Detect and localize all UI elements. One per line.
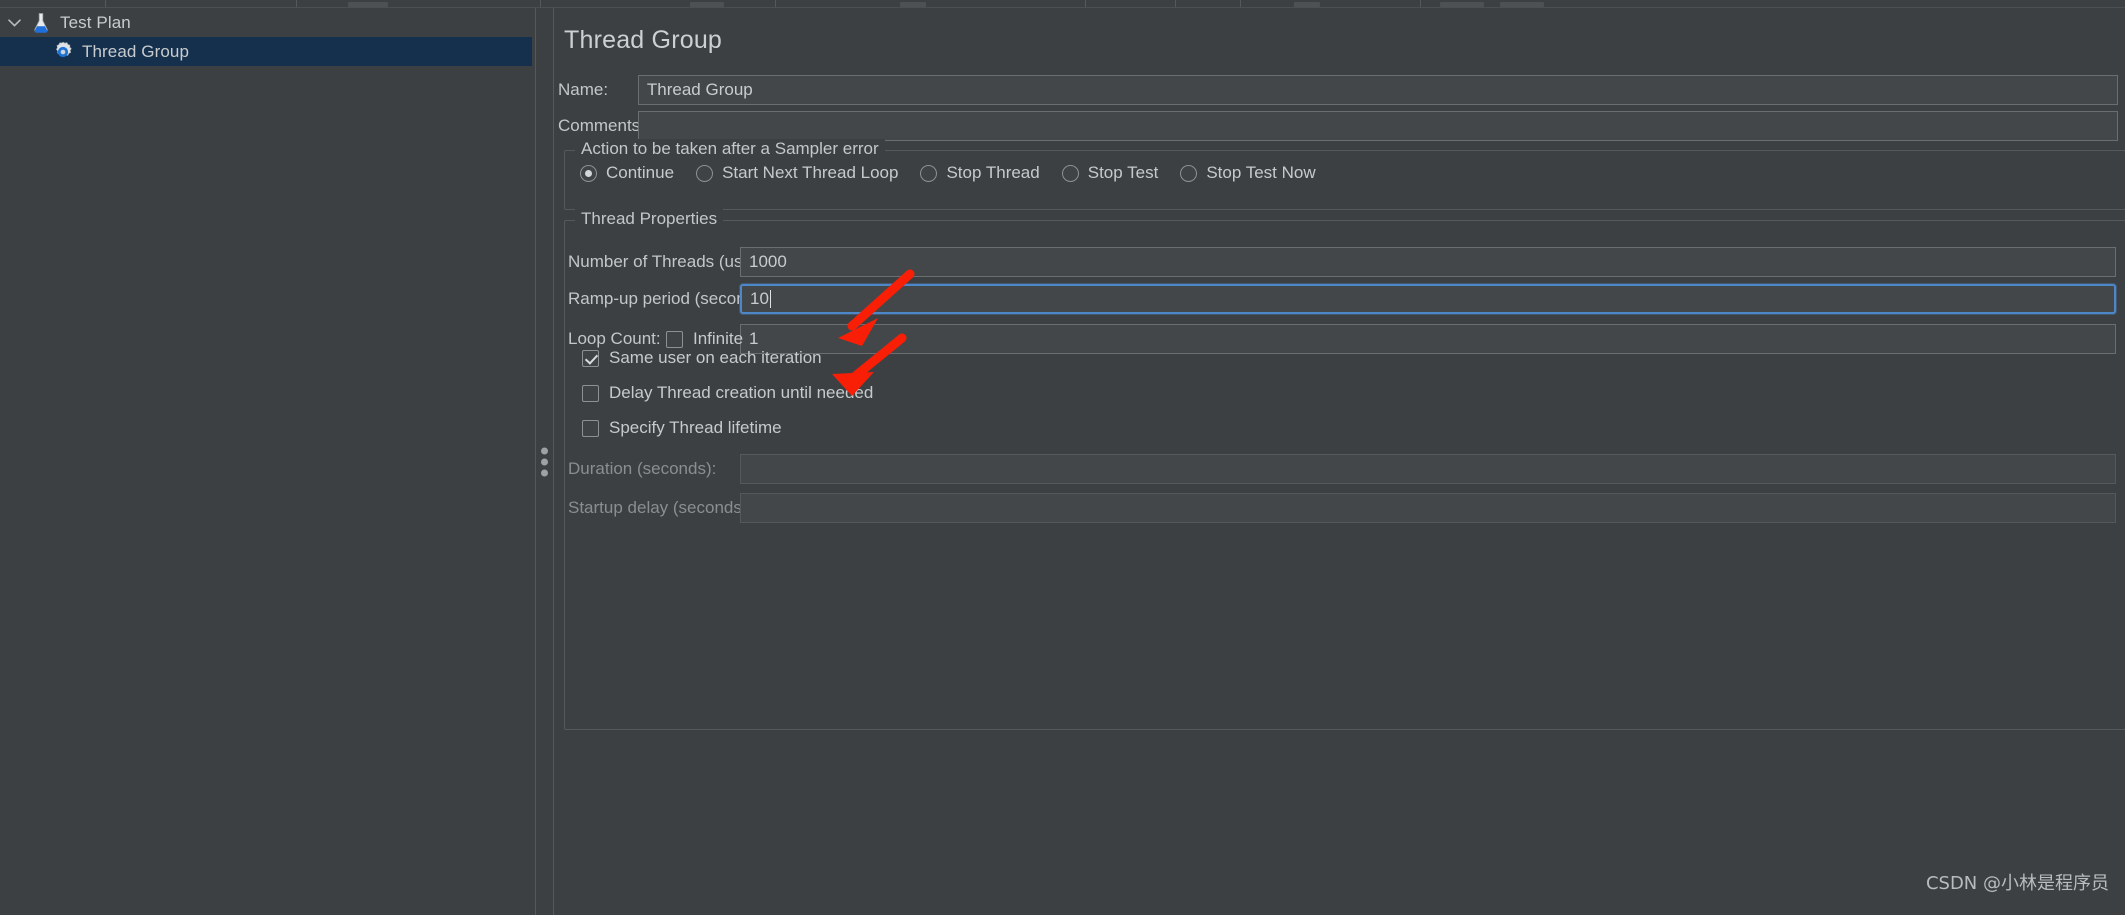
- thread-group-gear-icon: [50, 40, 76, 64]
- chevron-down-icon[interactable]: [0, 18, 28, 27]
- startup-delay-row: Startup delay (seconds):: [568, 492, 2125, 524]
- tree-item-thread-group[interactable]: Thread Group: [0, 37, 532, 66]
- radio-indicator: [580, 164, 597, 182]
- specify-thread-lifetime-checkbox[interactable]: Specify Thread lifetime: [582, 418, 782, 438]
- radio-label: Stop Thread: [946, 163, 1040, 182]
- splitter-line-left: [535, 8, 536, 915]
- radio-label: Start Next Thread Loop: [722, 163, 899, 182]
- ramp-up-period-row: Ramp-up period (seconds): 10: [568, 283, 2125, 315]
- radio-label: Stop Test Now: [1206, 163, 1316, 182]
- sampler-error-radio-group[interactable]: Continue Start Next Thread Loop Stop Thr…: [580, 163, 1338, 183]
- number-of-threads-label: Number of Threads (users):: [568, 252, 777, 271]
- radio-label: Stop Test: [1087, 163, 1159, 182]
- delay-thread-creation-checkbox[interactable]: Delay Thread creation until needed: [582, 383, 873, 403]
- text-caret: [769, 290, 771, 308]
- checkbox-indicator: [666, 330, 683, 348]
- delay-thread-creation-label: Delay Thread creation until needed: [609, 383, 874, 402]
- splitter-grip-handle[interactable]: [541, 443, 548, 480]
- comments-input[interactable]: [638, 111, 2118, 141]
- radio-stop-thread[interactable]: Stop Thread: [920, 163, 1040, 183]
- radio-stop-test[interactable]: Stop Test: [1061, 163, 1159, 183]
- name-row: Name: Thread Group: [558, 74, 2118, 106]
- radio-continue[interactable]: Continue: [580, 163, 674, 183]
- name-label: Name:: [558, 80, 609, 99]
- checkbox-indicator: [582, 384, 599, 402]
- infinite-label: Infinite: [693, 329, 744, 348]
- ramp-up-period-label: Ramp-up period (seconds):: [568, 289, 774, 308]
- number-of-threads-row: Number of Threads (users): 1000: [568, 246, 2125, 278]
- startup-delay-label: Startup delay (seconds):: [568, 498, 753, 517]
- csdn-watermark: CSDN @小林是程序员: [1925, 873, 2109, 894]
- test-plan-flask-icon: [28, 11, 54, 35]
- comments-row: Comments:: [558, 110, 2118, 142]
- sampler-error-group-title: Action to be taken after a Sampler error: [575, 139, 885, 159]
- duration-input[interactable]: [740, 454, 2116, 484]
- checkbox-indicator: [582, 349, 599, 367]
- test-plan-tree[interactable]: Test Plan Thread Group: [0, 8, 532, 915]
- thread-properties-group-title: Thread Properties: [575, 209, 724, 229]
- loop-count-input[interactable]: 1: [740, 324, 2116, 354]
- loop-count-label: Loop Count:: [568, 329, 661, 348]
- jmeter-thread-group-window: Test Plan Thread Group Thread Group Name…: [0, 0, 2125, 915]
- splitter-line-right: [553, 8, 554, 915]
- radio-stop-test-now[interactable]: Stop Test Now: [1180, 163, 1316, 183]
- radio-start-next-thread-loop[interactable]: Start Next Thread Loop: [696, 163, 898, 183]
- radio-indicator: [696, 164, 714, 182]
- checkbox-indicator: [582, 419, 599, 437]
- same-user-checkbox[interactable]: Same user on each iteration: [582, 348, 822, 368]
- name-input[interactable]: Thread Group: [637, 75, 2118, 105]
- thread-group-editor: Thread Group Name: Thread Group Comments…: [558, 8, 2125, 915]
- page-title: Thread Group: [564, 26, 723, 54]
- infinite-checkbox[interactable]: Infinite: [666, 329, 744, 349]
- specify-thread-lifetime-label: Specify Thread lifetime: [609, 418, 782, 437]
- radio-indicator: [920, 164, 938, 182]
- tree-item-label: Thread Group: [82, 41, 190, 61]
- duration-label: Duration (seconds):: [568, 459, 717, 478]
- ramp-up-period-input[interactable]: 10: [740, 284, 2116, 314]
- duration-row: Duration (seconds):: [568, 453, 2125, 485]
- radio-label: Continue: [606, 163, 675, 182]
- tree-item-test-plan[interactable]: Test Plan: [0, 8, 532, 37]
- number-of-threads-input[interactable]: 1000: [740, 247, 2116, 277]
- comments-label: Comments:: [558, 116, 645, 135]
- radio-indicator: [1061, 164, 1079, 182]
- toolbar-sliver: [0, 0, 2125, 8]
- ramp-up-period-value: 10: [750, 289, 769, 308]
- radio-indicator: [1180, 164, 1198, 182]
- panel-splitter[interactable]: [532, 8, 558, 915]
- same-user-label: Same user on each iteration: [609, 348, 822, 367]
- tree-item-label: Test Plan: [60, 12, 131, 32]
- startup-delay-input[interactable]: [740, 493, 2116, 523]
